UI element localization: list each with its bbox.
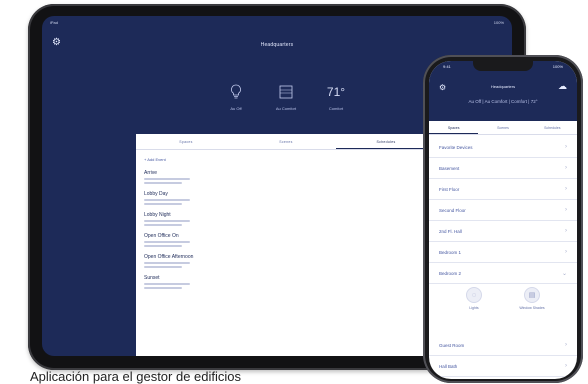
tablet-status-right: 100% <box>493 20 504 25</box>
chevron-right-icon: › <box>565 342 567 348</box>
list-item[interactable]: Guest Room › <box>429 335 577 356</box>
chevron-down-icon: ⌄ <box>561 270 567 277</box>
chevron-right-icon: › <box>565 207 567 213</box>
chevron-right-icon: › <box>565 228 567 234</box>
scene-label: Window Shades <box>519 306 545 310</box>
event-detail <box>144 178 190 180</box>
event-detail <box>144 266 182 268</box>
add-event-button[interactable]: + Add Event <box>144 157 436 162</box>
tablet-status-left: iPad <box>50 20 59 25</box>
space-name: Guest Room <box>439 342 465 348</box>
chevron-right-icon: › <box>565 249 567 255</box>
tablet-status-bar: iPad 100% <box>50 20 504 28</box>
lightbulb-icon <box>230 82 242 102</box>
event-detail <box>144 287 182 289</box>
event-name: Open Office Afternoon <box>144 254 194 260</box>
chevron-right-icon: › <box>565 165 567 171</box>
list-item[interactable]: Lobby Night <box>136 208 436 229</box>
space-name: Bedroom 1 <box>439 249 462 255</box>
chevron-right-icon: › <box>565 144 567 150</box>
list-item[interactable]: Open Office Afternoon <box>136 250 436 271</box>
tab-schedules[interactable]: Schedules <box>336 134 436 149</box>
space-name: Second Floor <box>439 207 466 213</box>
list-item[interactable]: Second Floor › <box>429 200 577 221</box>
caption: Aplicación para el gestor de edificios <box>30 369 242 384</box>
phone-device: 9:41 100% ⚙ Headquarters ☁ Au Off | Au C… <box>423 55 583 383</box>
list-item[interactable]: 2nd Fl. Hall › <box>429 221 577 242</box>
space-name: Hall Bath <box>439 363 458 369</box>
list-item[interactable]: Lobby Day <box>136 187 436 208</box>
list-item[interactable]: Arrive <box>136 166 436 187</box>
tab-spaces[interactable]: Spaces <box>136 134 236 149</box>
schedule-panel: Spaces Scenes Schedules + Add Event Arri… <box>136 134 436 356</box>
event-detail <box>144 262 190 264</box>
space-name: First Floor <box>439 186 460 192</box>
lights-scene-button[interactable]: ◌ Lights <box>457 287 491 327</box>
scene-label: Lights <box>469 306 479 310</box>
event-name: Arrive <box>144 170 158 176</box>
phone-status-bar: 9:41 100% <box>443 64 563 69</box>
event-detail <box>144 203 182 205</box>
chevron-right-icon: › <box>565 186 567 192</box>
list-item[interactable]: First Floor › <box>429 179 577 200</box>
window-shade-icon <box>278 82 294 102</box>
event-detail <box>144 283 190 285</box>
temperature-label: Comfort <box>328 106 344 111</box>
shade-control[interactable]: Au Comfort <box>268 82 304 111</box>
space-name: 2nd Fl. Hall <box>439 228 462 234</box>
event-detail <box>144 199 190 201</box>
phone-title: Headquarters <box>490 84 516 89</box>
tab-scenes[interactable]: Scenes <box>478 121 527 134</box>
list-item[interactable]: Favorite Devices › <box>429 137 577 158</box>
event-detail <box>144 182 182 184</box>
phone-subtitle: Au Off | Au Comfort | Comfort | 72° <box>468 99 538 104</box>
list-item[interactable]: Bedroom 1 › <box>429 242 577 263</box>
phone-status-left: 9:41 <box>443 64 451 69</box>
space-list: Favorite Devices › Basement › First Floor ›… <box>429 137 577 284</box>
phone-screen: 9:41 100% ⚙ Headquarters ☁ Au Off | Au C… <box>429 61 577 379</box>
event-name: Lobby Night <box>144 212 171 218</box>
lightbulb-icon: ◌ <box>466 287 482 303</box>
light-control[interactable]: Au Off <box>218 82 254 111</box>
event-detail <box>144 224 182 226</box>
temperature-control[interactable]: 71° Comfort <box>318 82 354 111</box>
phone-header: 9:41 100% ⚙ Headquarters ☁ Au Off | Au C… <box>429 61 577 121</box>
list-item[interactable]: Basement › <box>429 158 577 179</box>
chevron-right-icon: › <box>565 363 567 369</box>
space-name: Basement <box>439 165 460 171</box>
space-list-more: Guest Room › Hall Bath › <box>429 335 577 377</box>
list-item[interactable]: Hall Bath › <box>429 356 577 377</box>
space-name: Favorite Devices <box>439 144 473 150</box>
shades-scene-button[interactable]: ▤ Window Shades <box>515 287 549 327</box>
list-item[interactable]: Sunset <box>136 271 436 292</box>
tab-scenes[interactable]: Scenes <box>236 134 336 149</box>
tab-spaces[interactable]: Spaces <box>429 121 479 134</box>
tab-schedules[interactable]: Schedules <box>528 121 577 134</box>
cloud-icon[interactable]: ☁ <box>558 81 567 92</box>
window-shade-icon: ▤ <box>524 287 540 303</box>
device-controls: Au Off Au Comfort 71° Comfort <box>218 82 354 111</box>
phone-status-right: 100% <box>552 64 563 69</box>
list-item[interactable]: Open Office On <box>136 229 436 250</box>
phone-tabs: Spaces Scenes Schedules <box>429 121 577 135</box>
event-name: Lobby Day <box>144 191 168 197</box>
tablet-tabs: Spaces Scenes Schedules <box>136 134 436 150</box>
event-detail <box>144 241 190 243</box>
light-control-label: Au Off <box>230 106 242 111</box>
event-name: Open Office On <box>144 233 179 239</box>
event-detail <box>144 245 182 247</box>
shade-control-label: Au Comfort <box>275 106 297 111</box>
list-item[interactable]: Bedroom 2 ⌄ <box>429 263 577 284</box>
event-detail <box>144 220 190 222</box>
scene-buttons: ◌ Lights ▤ Window Shades <box>429 287 577 327</box>
temperature-value: 71° <box>326 85 346 99</box>
space-name: Bedroom 2 <box>439 270 462 276</box>
event-list: Arrive Lobby Day Lobby Night Open Office… <box>136 166 436 292</box>
event-name: Sunset <box>144 275 160 281</box>
page-title: Headquarters <box>260 42 294 48</box>
